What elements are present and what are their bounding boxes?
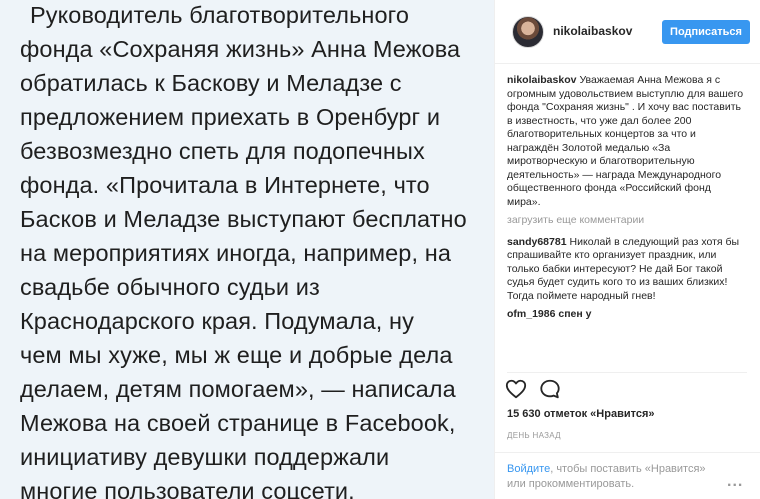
- login-link[interactable]: Войдите: [507, 463, 550, 475]
- post-timestamp[interactable]: ДЕНЬ НАЗАД: [507, 431, 561, 440]
- load-more-comments-link[interactable]: загрузить еще комментарии: [507, 214, 747, 228]
- caption-comment: nikolaibaskov Уважаемая Анна Межова я с о…: [507, 74, 747, 209]
- likes-count[interactable]: 15 630 отметок «Нравится»: [507, 408, 655, 420]
- comments-list: nikolaibaskov Уважаемая Анна Межова я с о…: [507, 74, 747, 372]
- post-text-line: фонда. «Прочитала в Интернете, что: [20, 172, 430, 198]
- post-text-line: Краснодарского края. Подумала, ну: [20, 308, 414, 334]
- post-text-line: безвозмездно спеть для подопечных: [20, 138, 425, 164]
- post-text-line: многие пользователи соцсети.: [20, 478, 355, 499]
- post-image: Руководитель благотворительного фонда «С…: [0, 0, 494, 499]
- post-header: nikolaibaskov Подписаться: [495, 0, 760, 64]
- heart-icon[interactable]: [505, 378, 527, 400]
- login-prompt: Войдите, чтобы поставить «Нравится» или …: [495, 452, 760, 499]
- post-text-line: чем мы хуже, мы ж еще и добрые дела: [20, 342, 453, 368]
- post-sidebar: nikolaibaskov Подписаться nikolaibaskov У…: [494, 0, 760, 499]
- more-icon[interactable]: ...: [727, 473, 743, 491]
- post-image-text: Руководитель благотворительного фонда «С…: [20, 0, 490, 499]
- post-text-line: инициативу девушки поддержали: [20, 444, 390, 470]
- post-text-line: на мероприятиях иногда, например, на: [20, 240, 451, 266]
- comment-item: sandy68781 Николай в следующий раз хотя б…: [507, 236, 747, 304]
- divider: [507, 372, 747, 373]
- post-text-line: обратилась к Баскову и Меладзе с: [20, 70, 402, 96]
- comment-author-link[interactable]: sandy68781: [507, 236, 567, 248]
- post-text-line: Руководитель благотворительного: [30, 2, 409, 28]
- post-text-line: Межова на своей странице в Facebook,: [20, 410, 456, 436]
- comment-text: Уважаемая Анна Межова я с огромным удово…: [507, 74, 744, 208]
- post-text-line: делаем, детям помогаем», — написала: [20, 376, 456, 402]
- avatar[interactable]: [512, 16, 544, 48]
- post-text-line: Басков и Меладзе выступают бесплатно: [20, 206, 467, 232]
- comment-author-link[interactable]: nikolaibaskov: [507, 74, 576, 86]
- comment-icon[interactable]: [539, 378, 561, 400]
- comment-item-partial: ofm_1986 спен у: [507, 308, 747, 322]
- post-text-line: свадьбе обычного судьи из: [20, 274, 320, 300]
- post-text-line: предложением приехать в Оренбург и: [20, 104, 441, 130]
- post-text-line: фонда «Сохраняя жизнь» Анна Межова: [20, 36, 461, 62]
- post-actions: [505, 378, 625, 402]
- comment-partial-text: ofm_1986 спен у: [507, 308, 592, 320]
- login-text: Войдите, чтобы поставить «Нравится» или …: [507, 462, 717, 492]
- username-link[interactable]: nikolaibaskov: [553, 24, 632, 38]
- follow-button[interactable]: Подписаться: [662, 20, 750, 44]
